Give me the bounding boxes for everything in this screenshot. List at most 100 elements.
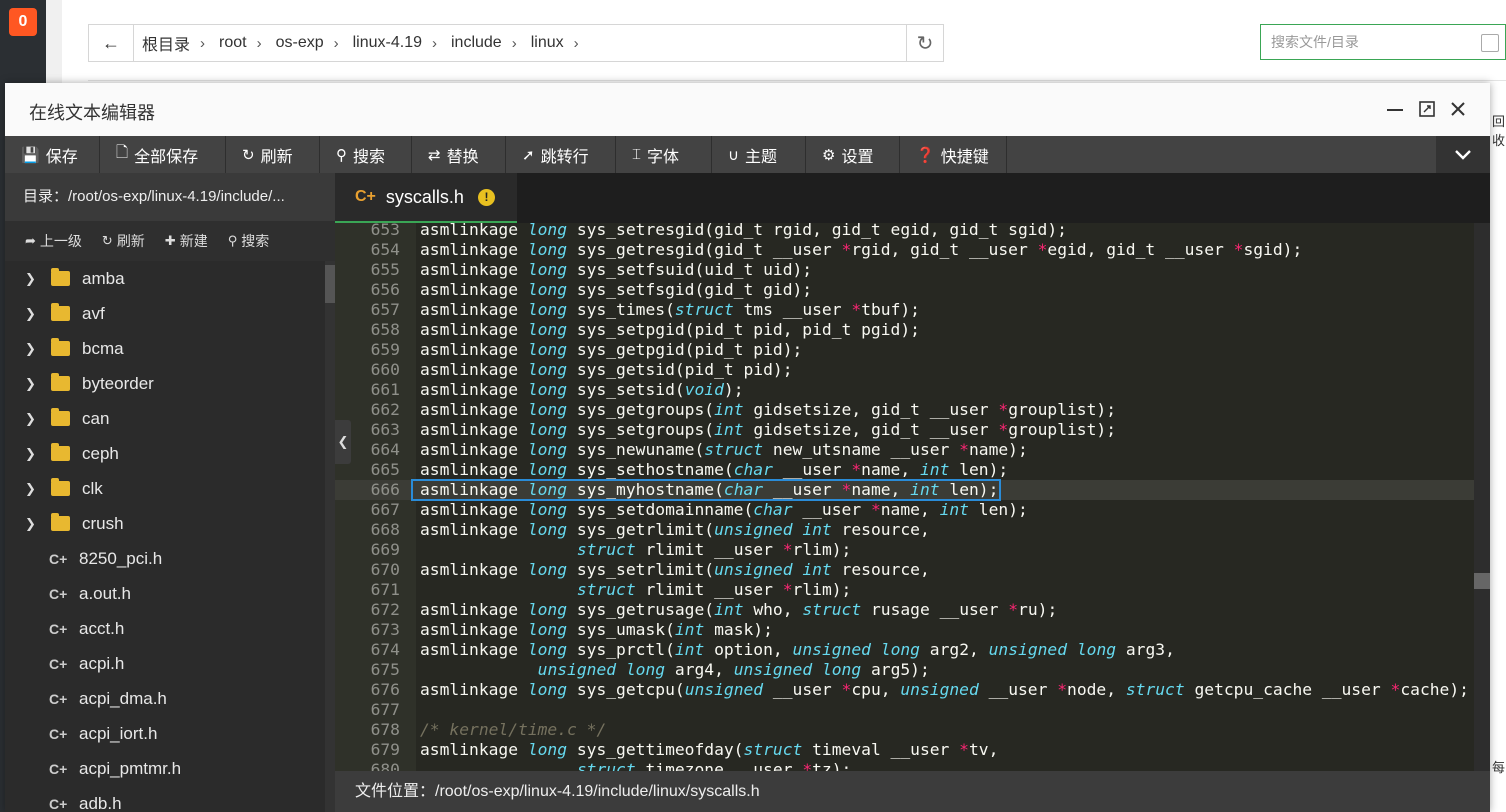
line-text: asmlinkage long sys_umask(int mask); — [420, 620, 773, 639]
line-number: 677 — [370, 700, 400, 719]
code-line[interactable]: 672 asmlinkage long sys_getrusage(int who… — [335, 600, 1475, 620]
code-line[interactable]: 667 asmlinkage long sys_setdomainname(cha… — [335, 500, 1475, 520]
code-line[interactable]: 678 /* kernel/time.c */ — [335, 720, 1475, 740]
breadcrumb-item[interactable]: linux-4.19 — [353, 34, 422, 52]
tree-file-item[interactable]: C+ 8250_pci.h — [5, 541, 323, 576]
search-button[interactable]: ⚲ 搜索 — [320, 136, 412, 173]
tree-folder-item[interactable]: ❯ can — [5, 401, 323, 436]
code-line[interactable]: 661 asmlinkage long sys_setsid(void); — [335, 380, 1475, 400]
code-line[interactable]: 654 asmlinkage long sys_getresgid(gid_t _… — [335, 240, 1475, 260]
shortcuts-button[interactable]: ❓ 快捷键 — [900, 136, 1007, 173]
tree-search-button[interactable]: ⚲ 搜索 — [228, 231, 270, 251]
tree-refresh-button[interactable]: ↻ 刷新 — [102, 231, 145, 251]
chevron-right-icon: ❯ — [25, 445, 36, 461]
code-line[interactable]: 675 unsigned long arg4, unsigned long ar… — [335, 660, 1475, 680]
search-checkbox[interactable] — [1481, 34, 1499, 52]
tree-file-item[interactable]: C+ acpi.h — [5, 646, 323, 681]
editor-scrollbar-thumb[interactable] — [1474, 573, 1490, 589]
c-file-icon: C+ — [49, 655, 68, 672]
font-button[interactable]: ⌶ 字体 — [616, 136, 712, 173]
code-line[interactable]: 656 asmlinkage long sys_setfsgid(gid_t gi… — [335, 280, 1475, 300]
tree-scrollbar[interactable] — [325, 261, 335, 812]
tree-file-item[interactable]: C+ acpi_iort.h — [5, 716, 323, 751]
line-number: 662 — [370, 400, 400, 419]
tree-file-item[interactable]: C+ a.out.h — [5, 576, 323, 611]
tree-item-label: a.out.h — [79, 583, 131, 603]
code-line[interactable]: 671 struct rlimit __user *rlim); — [335, 580, 1475, 600]
breadcrumb-item[interactable]: os-exp — [276, 34, 324, 52]
line-number: 675 — [370, 660, 400, 679]
save-all-button[interactable]: 🗋 全部保存 — [100, 136, 226, 173]
code-line[interactable]: 665 asmlinkage long sys_sethostname(char … — [335, 460, 1475, 480]
code-line[interactable]: 670 asmlinkage long sys_setrlimit(unsigne… — [335, 560, 1475, 580]
chevron-right-icon: ❯ — [25, 375, 36, 391]
maximize-icon[interactable] — [1415, 97, 1439, 121]
notification-badge[interactable]: 0 — [9, 8, 37, 36]
code-line[interactable]: 677 — [335, 700, 1475, 720]
line-number: 672 — [370, 600, 400, 619]
breadcrumb-item[interactable]: linux — [531, 34, 564, 52]
code-line[interactable]: 680 struct timezone __user *tz); — [335, 760, 1475, 771]
code-line[interactable]: 676 asmlinkage long sys_getcpu(unsigned _… — [335, 680, 1475, 700]
c-file-icon: C+ — [49, 585, 68, 602]
tree-folder-item[interactable]: ❯ amba — [5, 261, 323, 296]
window-titlebar[interactable]: 在线文本编辑器 — [5, 83, 1490, 136]
tree-folder-item[interactable]: ❯ bcma — [5, 331, 323, 366]
search-input[interactable]: 搜索文件/目录 — [1260, 24, 1506, 60]
code-line[interactable]: 669 struct rlimit __user *rlim); — [335, 540, 1475, 560]
tree-folder-item[interactable]: ❯ byteorder — [5, 366, 323, 401]
code-line[interactable]: 662 asmlinkage long sys_getgroups(int gid… — [335, 400, 1475, 420]
tree-file-item[interactable]: C+ adb.h — [5, 786, 323, 812]
tree-item-label: bcma — [82, 338, 124, 358]
settings-button[interactable]: ⚙ 设置 — [806, 136, 900, 173]
back-arrow-icon[interactable]: ← — [89, 25, 134, 61]
line-number: 670 — [370, 560, 400, 579]
tree-file-item[interactable]: C+ acpi_pmtmr.h — [5, 751, 323, 786]
refresh-button[interactable]: ↻ 刷新 — [226, 136, 320, 173]
tree-folder-item[interactable]: ❯ avf — [5, 296, 323, 331]
up-level-button[interactable]: ➦ 上一级 — [25, 231, 82, 251]
line-number: 653 — [370, 223, 400, 239]
code-area[interactable]: 653 asmlinkage long sys_setresgid(gid_t r… — [335, 223, 1490, 771]
code-line[interactable]: 658 asmlinkage long sys_setpgid(pid_t pid… — [335, 320, 1475, 340]
editor-scrollbar[interactable] — [1474, 223, 1490, 771]
tree-folder-item[interactable]: ❯ crush — [5, 506, 323, 541]
line-number: 661 — [370, 380, 400, 399]
tree-folder-item[interactable]: ❯ clk — [5, 471, 323, 506]
code-line[interactable]: 664 asmlinkage long sys_newuname(struct n… — [335, 440, 1475, 460]
code-line[interactable]: 674 asmlinkage long sys_prctl(int option,… — [335, 640, 1475, 660]
c-file-icon: C+ — [49, 620, 68, 637]
replace-button[interactable]: ⇄ 替换 — [412, 136, 506, 173]
tab-syscalls-h[interactable]: C+ syscalls.h ! — [335, 173, 517, 223]
text-editor-window: 在线文本编辑器 💾 保存 🗋 全部保存 ↻ 刷新 ⚲ 搜索 ⇄ 替换 ➚ 跳转行 ⌶ 字体 ∪… — [5, 83, 1490, 812]
theme-button[interactable]: ∪ 主题 — [712, 136, 806, 173]
line-text: asmlinkage long sys_getgroups(int gidset… — [420, 400, 1117, 419]
code-line[interactable]: 657 asmlinkage long sys_times(struct tms … — [335, 300, 1475, 320]
chevron-right-icon: ❯ — [25, 305, 36, 321]
tree-item-label: crush — [82, 513, 124, 533]
code-line[interactable]: 659 asmlinkage long sys_getpgid(pid_t pid… — [335, 340, 1475, 360]
breadcrumb-item[interactable]: root — [219, 34, 247, 52]
chevron-down-icon[interactable] — [1436, 136, 1490, 173]
code-line[interactable]: 663 asmlinkage long sys_setgroups(int gid… — [335, 420, 1475, 440]
tree-folder-item[interactable]: ❯ ceph — [5, 436, 323, 471]
breadcrumb-root[interactable]: 根目录 — [142, 31, 190, 55]
code-line[interactable]: 655 asmlinkage long sys_setfsuid(uid_t ui… — [335, 260, 1475, 280]
close-icon[interactable] — [1446, 97, 1470, 121]
recycle-label[interactable]: 回收 — [1492, 111, 1506, 149]
refresh-icon[interactable]: ↻ — [906, 25, 943, 61]
code-line[interactable]: 660 asmlinkage long sys_getsid(pid_t pid)… — [335, 360, 1475, 380]
minimize-icon[interactable] — [1383, 97, 1407, 121]
code-line[interactable]: 673 asmlinkage long sys_umask(int mask); — [335, 620, 1475, 640]
tree-file-item[interactable]: C+ acct.h — [5, 611, 323, 646]
tree-file-item[interactable]: C+ acpi_dma.h — [5, 681, 323, 716]
new-button[interactable]: ✚ 新建 — [165, 231, 208, 251]
tree-scrollbar-thumb[interactable] — [325, 265, 335, 303]
goto-line-button[interactable]: ➚ 跳转行 — [506, 136, 616, 173]
code-line[interactable]: 679 asmlinkage long sys_gettimeofday(stru… — [335, 740, 1475, 760]
code-line[interactable]: 668 asmlinkage long sys_getrlimit(unsigne… — [335, 520, 1475, 540]
code-line[interactable]: 653 asmlinkage long sys_setresgid(gid_t r… — [335, 223, 1475, 240]
save-button[interactable]: 💾 保存 — [5, 136, 100, 173]
collapse-sidebar-icon[interactable]: ❮ — [335, 420, 351, 464]
breadcrumb-item[interactable]: include — [451, 34, 502, 52]
